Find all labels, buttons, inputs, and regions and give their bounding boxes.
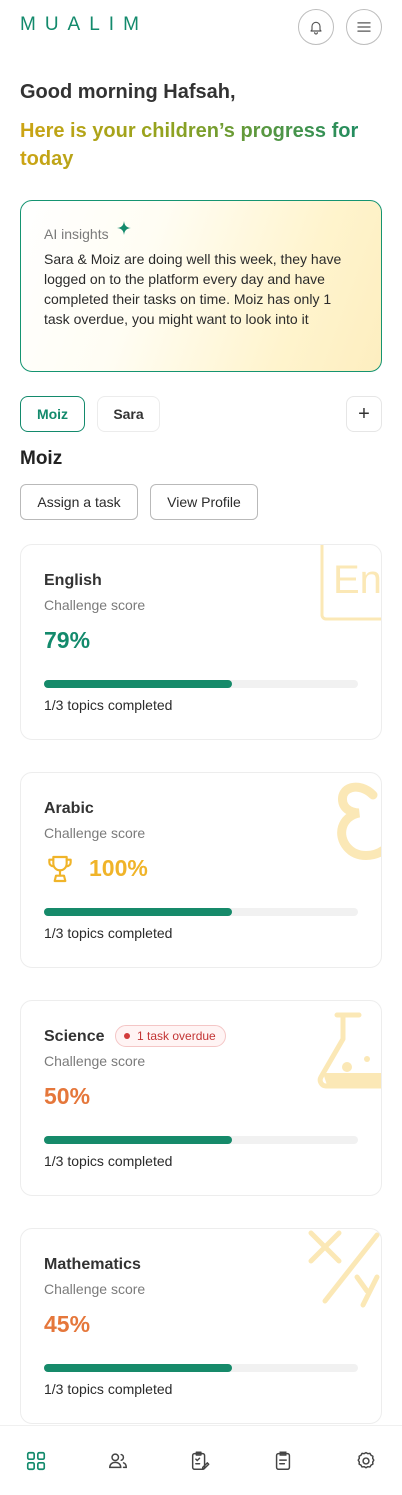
subject-card-english[interactable]: En English Challenge score 79% 1/3 topic… [20, 544, 382, 740]
children-icon [109, 1453, 127, 1469]
subject-name: Arabic [44, 800, 94, 817]
english-watermark-icon: En [320, 545, 381, 621]
nav-reports[interactable] [272, 1450, 294, 1472]
score-label: Challenge score [44, 597, 146, 613]
progress-bar [44, 908, 358, 916]
child-tab-sara[interactable]: Sara [97, 396, 160, 432]
app-header: MUALIM [0, 0, 402, 54]
progress-bar [44, 1364, 358, 1372]
progress-fill [44, 908, 233, 916]
topics-completed: 1/3 topics completed [44, 697, 173, 713]
ai-insights-title: AI insights [44, 226, 109, 242]
score-value: 50% [44, 1083, 91, 1109]
svg-text:En: En [333, 558, 381, 602]
progress-bar [44, 1136, 358, 1144]
ai-insights-text: Sara & Moiz are doing well this week, th… [44, 251, 342, 327]
child-tab-moiz[interactable]: Moiz [20, 396, 85, 432]
progress-bar [44, 680, 358, 688]
ai-insights-card: AI insights Sara & Moiz are doing well t… [20, 200, 382, 372]
score-value: 45% [44, 1311, 91, 1337]
settings-icon [357, 1451, 375, 1469]
progress-fill [44, 1136, 233, 1144]
add-child-button[interactable]: + [346, 396, 382, 432]
subject-name: English [44, 572, 102, 589]
bottom-nav [0, 1425, 402, 1495]
dashboard-icon [26, 1451, 46, 1471]
topics-completed: 1/3 topics completed [44, 925, 173, 941]
score-value: 79% [44, 627, 91, 653]
subject-name: Science [44, 1028, 105, 1045]
score-label: Challenge score [44, 825, 146, 841]
assign-task-button[interactable]: Assign a task [20, 484, 138, 520]
subject-card-arabic[interactable]: Arabic Challenge score 100% 1/3 topics c… [20, 772, 382, 968]
topics-completed: 1/3 topics completed [44, 1381, 173, 1397]
nav-settings[interactable] [355, 1450, 377, 1472]
clipboard-icon [275, 1451, 291, 1470]
score-value: 100% [89, 855, 148, 881]
arabic-watermark-icon [337, 782, 381, 860]
math-watermark-icon [308, 1230, 380, 1308]
score-label: Challenge score [44, 1281, 146, 1297]
flask-watermark-icon [317, 1012, 381, 1089]
progress-subtitle: Here is your children’s progress for tod… [20, 117, 380, 173]
menu-button[interactable] [346, 9, 382, 45]
nav-children[interactable] [107, 1450, 129, 1472]
bell-icon [310, 21, 322, 35]
selected-child-name: Moiz [20, 448, 63, 469]
overdue-badge[interactable]: 1 task overdue [115, 1025, 226, 1047]
nav-tasks[interactable] [189, 1450, 211, 1472]
subject-card-science[interactable]: Science 1 task overdue Challenge score 5… [20, 1000, 382, 1196]
subject-card-mathematics[interactable]: Mathematics Challenge score 45% 1/3 topi… [20, 1228, 382, 1424]
overdue-dot-icon [124, 1033, 130, 1039]
view-profile-button[interactable]: View Profile [150, 484, 258, 520]
subject-name: Mathematics [44, 1256, 141, 1273]
tasks-icon [191, 1451, 210, 1470]
progress-fill [44, 680, 233, 688]
app-logo[interactable]: MUALIM [20, 14, 148, 36]
progress-fill [44, 1364, 233, 1372]
trophy-icon [48, 855, 72, 883]
greeting: Good morning Hafsah, [20, 81, 236, 103]
hamburger-icon [357, 22, 371, 32]
topics-completed: 1/3 topics completed [44, 1153, 173, 1169]
nav-dashboard[interactable] [25, 1450, 47, 1472]
notifications-button[interactable] [298, 9, 334, 45]
score-label: Challenge score [44, 1053, 146, 1069]
overdue-badge-label: 1 task overdue [137, 1029, 216, 1043]
sparkle-icon [117, 221, 131, 235]
